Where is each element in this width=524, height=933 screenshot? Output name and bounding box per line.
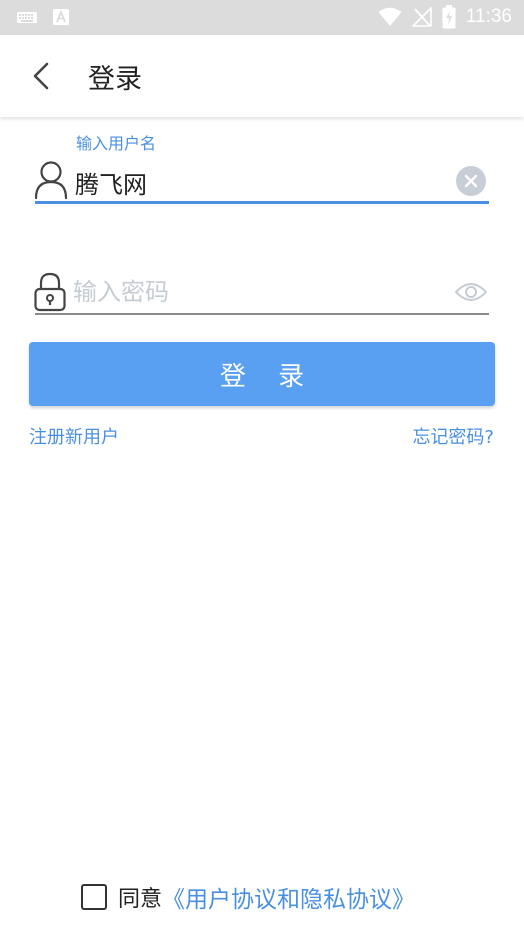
password-input[interactable] — [73, 274, 443, 310]
status-bar-right: 11:36 — [378, 5, 512, 29]
status-bar: 11:36 — [0, 0, 524, 35]
battery-charging-icon — [442, 5, 456, 29]
clear-username-button[interactable] — [456, 166, 486, 196]
lock-icon — [34, 272, 66, 312]
user-icon — [34, 161, 68, 200]
username-label: 输入用户名 — [76, 134, 157, 153]
status-bar-left — [16, 8, 70, 26]
forgot-password-link[interactable]: 忘记密码? — [412, 423, 494, 449]
a-notification-icon — [53, 9, 69, 25]
back-button[interactable] — [26, 59, 56, 93]
close-icon — [464, 174, 478, 188]
agreement-row: 同意 《用户协议和隐私协议》 — [81, 880, 415, 914]
keyboard-icon — [17, 12, 37, 23]
password-underline — [35, 313, 489, 315]
agree-checkbox[interactable] — [81, 884, 107, 910]
chevron-left-icon — [33, 62, 49, 90]
register-link[interactable]: 注册新用户 — [29, 423, 119, 449]
no-signal-icon — [411, 7, 432, 27]
agreement-link[interactable]: 《用户协议和隐私协议》 — [162, 880, 415, 914]
eye-icon[interactable] — [454, 279, 488, 305]
wifi-icon — [378, 7, 402, 26]
username-underline — [35, 201, 489, 204]
page-title: 登录 — [88, 64, 142, 95]
login-button[interactable]: 登 录 — [29, 342, 495, 406]
agreement-prefix: 同意 — [118, 887, 163, 912]
status-time: 11:36 — [465, 6, 512, 27]
username-input[interactable] — [75, 164, 445, 200]
app-bar: 登录 — [0, 35, 524, 117]
